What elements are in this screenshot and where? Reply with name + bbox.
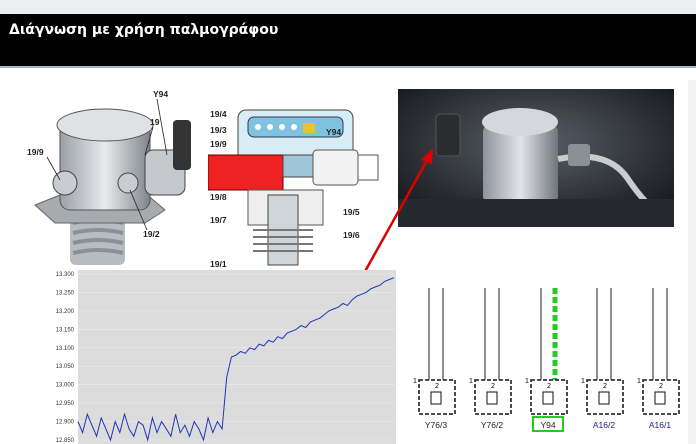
pin-label-1: 1 [413,378,417,385]
label-19-3: 19/3 [210,125,227,135]
y-tick-label: 13.150 [56,327,75,333]
label-19: 19 [150,117,160,127]
oscilloscope-chart: 13.300 13.250 13.200 13.150 13.100 13.050 13.0… [56,270,396,444]
component-label: A16/2 [593,420,615,430]
circuit-4: 1 2 A16/1 [637,288,680,430]
slide-title: Διάγνωση με χρήση παλμογράφου [9,22,279,38]
port-19-2 [117,172,139,194]
label-19-4: 19/4 [210,109,227,119]
label-19-1: 19/1 [210,259,227,269]
pin-label-1: 1 [637,378,641,385]
y-tick-label: 12.950 [56,401,75,407]
y-tick-label: 12.850 [56,438,75,444]
y-tick-label: 13.250 [56,290,75,296]
top-strip [0,0,696,14]
label-19-7: 19/7 [210,215,227,225]
circuit-diagrams: 1 2 Y76/3 1 2 Y76/2 1 2 Y94 1 2 A16/2 1 2 A16/1 [413,288,680,432]
component-label: A16/1 [649,420,671,430]
y-tick-label: 13.000 [56,383,75,389]
circuit-0: 1 2 Y76/3 [413,288,456,430]
photo-pump [483,124,558,204]
y-tick-label: 13.050 [56,364,75,370]
y-tick-label: 13.200 [56,309,75,315]
title-bar: Διάγνωση με χρήση παλμογράφου [0,14,696,66]
pin-label-1: 1 [525,378,529,385]
y-tick-label: 13.100 [56,346,75,352]
pin-label-2: 2 [547,383,551,390]
y-tick-label: 13.300 [56,272,75,278]
section-valve [312,149,359,186]
pin-label-2: 2 [659,383,663,390]
scrollbar-track[interactable] [688,80,696,444]
label-19-9: 19/9 [27,147,44,157]
circuit-1: 1 2 Y76/2 [469,288,512,430]
component-label: Y76/2 [481,420,503,430]
component-label: Y76/3 [425,420,447,430]
label-19-8: 19/8 [210,192,227,202]
pin-label-1: 1 [581,378,585,385]
section-inlet [208,154,284,191]
pin-label-2: 2 [603,383,607,390]
component-label: Y94 [540,420,555,430]
pin-label-1: 1 [469,378,473,385]
y-tick-label: 12.900 [56,420,75,426]
label-y94b: Y94 [326,127,341,137]
pin-label-2: 2 [491,383,495,390]
label-y94: Y94 [153,89,168,99]
title-underline [0,66,696,68]
circuit-3: 1 2 A16/2 [581,288,624,430]
pointer-arrow [361,148,433,276]
pump-illustration: Y94 19 19/9 19/2 [27,89,191,265]
label-19-9b: 19/9 [210,139,227,149]
connector [173,120,191,170]
circuit-2: 1 2 Y94 [525,288,568,432]
pin-label-2: 2 [435,383,439,390]
label-19-2: 19/2 [143,229,160,239]
